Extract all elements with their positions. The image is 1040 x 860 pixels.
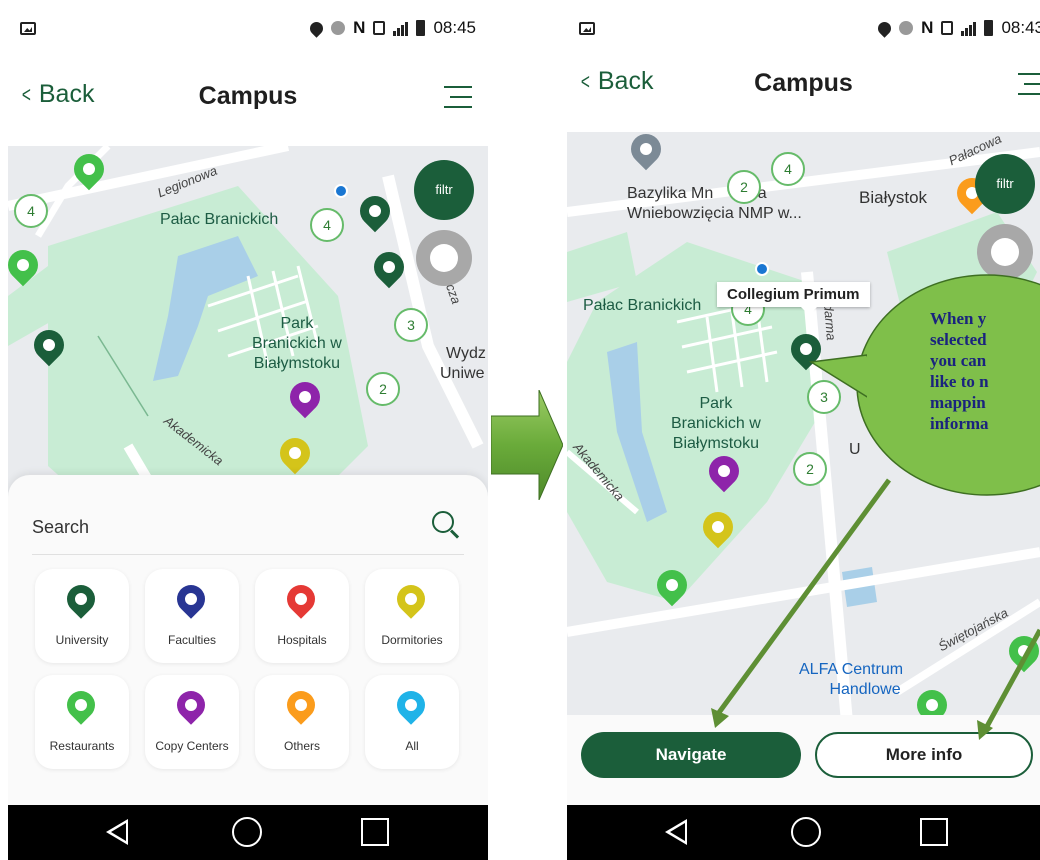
- status-time: 08:45: [433, 18, 476, 37]
- gallery-icon: [579, 22, 595, 35]
- my-location-dot: [334, 184, 348, 198]
- home-circle-icon[interactable]: [232, 817, 262, 847]
- vibrate-icon: [373, 21, 386, 35]
- filter-button[interactable]: filtr: [414, 160, 474, 220]
- place-popup[interactable]: Collegium Primum: [717, 282, 870, 315]
- bluetooth-icon: [331, 21, 346, 35]
- signal-icon: [393, 20, 409, 36]
- category-restaurants[interactable]: Restaurants: [35, 675, 129, 769]
- cluster-marker[interactable]: 4: [14, 194, 48, 228]
- university-icon: [61, 579, 101, 619]
- recents-square-icon[interactable]: [361, 818, 389, 846]
- battery-icon: [416, 20, 426, 36]
- dormitory-icon: [391, 579, 431, 619]
- callout-text: When y selected you can like to n mappin…: [930, 309, 989, 433]
- more-info-button[interactable]: More info: [815, 732, 1033, 778]
- category-others[interactable]: Others: [255, 675, 349, 769]
- android-nav-bar: [8, 805, 488, 860]
- vibrate-icon: [941, 21, 954, 35]
- park-label: Park Branickich w Białymstoku: [671, 395, 761, 452]
- transition-arrow-icon: [491, 390, 563, 500]
- home-circle-icon[interactable]: [791, 817, 821, 847]
- search-bar[interactable]: Search: [32, 511, 464, 555]
- cluster-marker[interactable]: 4: [771, 152, 805, 186]
- location-icon: [307, 18, 326, 38]
- mall-label: ALFA Centrum Handlowe: [799, 661, 904, 698]
- nfc-icon: N: [921, 18, 934, 37]
- battery-icon: [984, 20, 994, 36]
- park-label: Park Branickich w Białymstoku: [252, 315, 342, 372]
- locate-me-button[interactable]: [416, 230, 472, 286]
- palace-label: Pałac Branickich: [160, 211, 279, 228]
- cluster-marker[interactable]: 2: [366, 372, 400, 406]
- cluster-marker[interactable]: 4: [310, 208, 344, 242]
- grid-icon: [391, 685, 431, 725]
- cluster-marker[interactable]: 2: [793, 452, 827, 486]
- filter-button[interactable]: filtr: [975, 154, 1035, 214]
- status-bar: N 08:43: [567, 0, 1040, 56]
- building-label: Wydz: [446, 345, 486, 362]
- category-dormitories[interactable]: Dormitories: [365, 569, 459, 663]
- gallery-icon: [20, 22, 36, 35]
- cluster-marker[interactable]: 3: [394, 308, 428, 342]
- status-time: 08:43: [1001, 18, 1040, 37]
- building-label: U: [849, 441, 861, 458]
- category-grid: University Faculties Hospitals Dormitori…: [35, 569, 459, 769]
- building-label: Uniwe: [440, 365, 485, 382]
- bluetooth-icon: [899, 21, 914, 35]
- android-nav-bar: [567, 805, 1040, 860]
- phone-screen-left: N 08:45 < Back Campus Legionowa Pałac Br…: [8, 0, 488, 860]
- app-bar: < Back Campus: [8, 68, 488, 128]
- page-title: Campus: [754, 69, 853, 97]
- navigate-button[interactable]: Navigate: [581, 732, 801, 778]
- faculty-icon: [171, 579, 211, 619]
- hospital-icon: [281, 579, 321, 619]
- menu-icon[interactable]: [1018, 71, 1040, 97]
- restaurant-icon: [61, 685, 101, 725]
- category-university[interactable]: University: [35, 569, 129, 663]
- page-title: Campus: [198, 82, 298, 110]
- recents-square-icon[interactable]: [920, 818, 948, 846]
- menu-icon[interactable]: [444, 84, 472, 110]
- app-bar: < Back Campus: [567, 55, 1040, 115]
- search-label: Search: [32, 517, 90, 537]
- printer-icon: [171, 685, 211, 725]
- search-icon[interactable]: [432, 511, 462, 543]
- category-copy-centers[interactable]: Copy Centers: [145, 675, 239, 769]
- street-label: darma: [820, 302, 840, 341]
- cluster-marker[interactable]: 3: [807, 380, 841, 414]
- more-icon: [281, 685, 321, 725]
- status-bar: N 08:45: [8, 0, 488, 56]
- city-label: Białystok: [859, 188, 928, 207]
- bottom-sheet: Search University Faculties Hospitals Do…: [8, 475, 488, 805]
- church-label: Wniebowzięcia NMP w...: [627, 205, 802, 222]
- category-faculties[interactable]: Faculties: [145, 569, 239, 663]
- action-bar: Navigate More info: [567, 715, 1040, 805]
- back-triangle-icon[interactable]: [106, 819, 128, 845]
- palace-label: Pałac Branickich: [583, 297, 702, 314]
- locate-me-button[interactable]: [977, 224, 1033, 280]
- signal-icon: [961, 20, 977, 36]
- category-all[interactable]: All: [365, 675, 459, 769]
- my-location-dot: [755, 262, 769, 276]
- category-hospitals[interactable]: Hospitals: [255, 569, 349, 663]
- location-icon: [875, 18, 894, 38]
- back-triangle-icon[interactable]: [665, 819, 687, 845]
- cluster-marker[interactable]: 2: [727, 170, 761, 204]
- nfc-icon: N: [353, 18, 366, 37]
